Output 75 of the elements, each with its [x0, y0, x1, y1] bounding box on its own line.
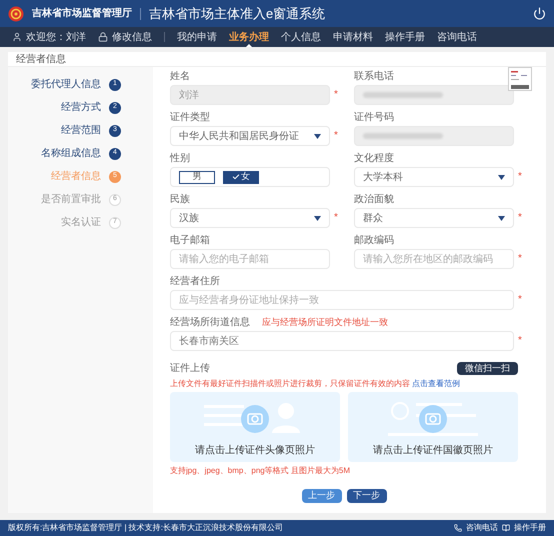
text-field[interactable]: 应与经营者身份证地址保持一致	[170, 290, 514, 310]
redacted-field[interactable]	[354, 85, 514, 105]
field-hint: 应与经营场所证明文件地址一致	[262, 318, 388, 328]
required-mark: *	[334, 213, 339, 223]
upload-slot-label: 请点击上传证件头像页照片	[195, 444, 315, 458]
active-pointer-icon	[246, 44, 252, 47]
required-mark: *	[518, 172, 523, 182]
hotline-link[interactable]: 咨询电话	[466, 522, 498, 534]
field-label: 电子邮箱	[170, 236, 210, 246]
text-field[interactable]: 请输入您的电子邮箱	[170, 249, 330, 269]
system-title: 吉林省市场主体准入e窗通系统	[149, 4, 326, 23]
field-label: 民族	[170, 195, 190, 205]
redacted-field[interactable]	[354, 126, 514, 146]
dropdown-caret-icon	[314, 216, 321, 220]
agency-name: 吉林省市场监督管理厅	[32, 6, 132, 21]
welcome-text: 欢迎您：刘洋	[26, 30, 86, 44]
dropdown-caret-icon	[498, 216, 505, 220]
field-label: 性别	[170, 154, 190, 164]
field-label: 证件类型	[170, 113, 210, 123]
check-icon	[232, 173, 240, 181]
select-field[interactable]: 汉族	[170, 208, 330, 228]
required-mark: *	[518, 295, 523, 305]
step-label[interactable]: 名称组成信息	[41, 146, 101, 161]
section-title: 经营者信息	[16, 52, 66, 66]
nav-tab[interactable]: 咨询电话	[437, 27, 477, 47]
step-label[interactable]: 经营范围	[61, 123, 101, 138]
required-mark: *	[518, 254, 523, 264]
manual-icon	[502, 524, 510, 532]
next-step-button[interactable]: 下一步	[346, 489, 386, 503]
manual-link[interactable]: 操作手册	[514, 522, 546, 534]
lock-icon	[98, 32, 108, 42]
copyright-text: 版权所有:吉林省市场监督管理厅 | 技术支持:长春市大正沉浪技术股份有限公司	[8, 522, 283, 534]
required-mark: *	[518, 336, 523, 346]
nav-tab[interactable]: 操作手册	[385, 27, 425, 47]
nav-tab[interactable]: 个人信息	[281, 27, 321, 47]
select-field[interactable]: 中华人民共和国居民身份证	[170, 126, 330, 146]
select-field[interactable]: 大学本科	[354, 167, 514, 187]
wechat-scan-button[interactable]: 微信扫一扫	[457, 362, 518, 375]
field-label: 证件号码	[354, 113, 394, 123]
step-label[interactable]: 委托代理人信息	[31, 77, 101, 92]
user-icon	[12, 32, 22, 42]
step-label[interactable]: 经营方式	[61, 100, 101, 115]
upload-title: 证件上传	[170, 362, 210, 376]
upload-hint: 上传文件有最好证件扫描件或照片进行裁剪，只保留证件有效的内容 点击查看范例	[170, 379, 462, 389]
field-label: 经营者住所	[170, 277, 220, 287]
edit-info-link[interactable]: 修改信息	[112, 30, 152, 44]
upload-slot[interactable]: 请点击上传证件头像页照片	[170, 392, 340, 462]
dropdown-caret-icon	[314, 134, 321, 138]
field-label: 经营场所街道信息	[170, 318, 250, 328]
gender-option[interactable]: 女	[223, 170, 259, 184]
phone-icon	[454, 524, 462, 532]
upload-slot[interactable]: 请点击上传证件国徽页照片	[348, 392, 518, 462]
field-label: 姓名	[170, 72, 190, 82]
emblem-icon	[8, 6, 24, 22]
power-icon[interactable]	[533, 7, 546, 20]
nav-tab[interactable]: 我的申请	[177, 27, 217, 47]
upload-slot-label: 请点击上传证件国徽页照片	[373, 444, 493, 458]
field-label: 文化程度	[354, 154, 394, 164]
required-mark: *	[518, 213, 523, 223]
nav-tab[interactable]: 业务办理	[229, 27, 269, 47]
select-field[interactable]: 群众	[354, 208, 514, 228]
field-label: 联系电话	[354, 72, 394, 82]
previous-step-button[interactable]: 上一步	[302, 489, 342, 503]
nav-tab[interactable]: 申请材料	[333, 27, 373, 47]
text-field[interactable]: 请输入您所在地区的邮政编码	[354, 249, 514, 269]
page-thumbnail-icon[interactable]	[508, 67, 532, 91]
required-mark: *	[334, 131, 339, 141]
text-field[interactable]: 长春市南关区	[170, 331, 514, 351]
format-note: 支持jpg、jpeg、bmp、png等格式 且图片最大为5M	[170, 465, 352, 477]
field-label: 邮政编码	[354, 236, 394, 246]
example-link[interactable]: 点击查看范例	[412, 379, 460, 388]
gender-option[interactable]: 男	[179, 170, 215, 184]
dropdown-caret-icon	[498, 174, 505, 180]
required-mark: *	[334, 90, 339, 100]
field-label: 政治面貌	[354, 195, 394, 205]
